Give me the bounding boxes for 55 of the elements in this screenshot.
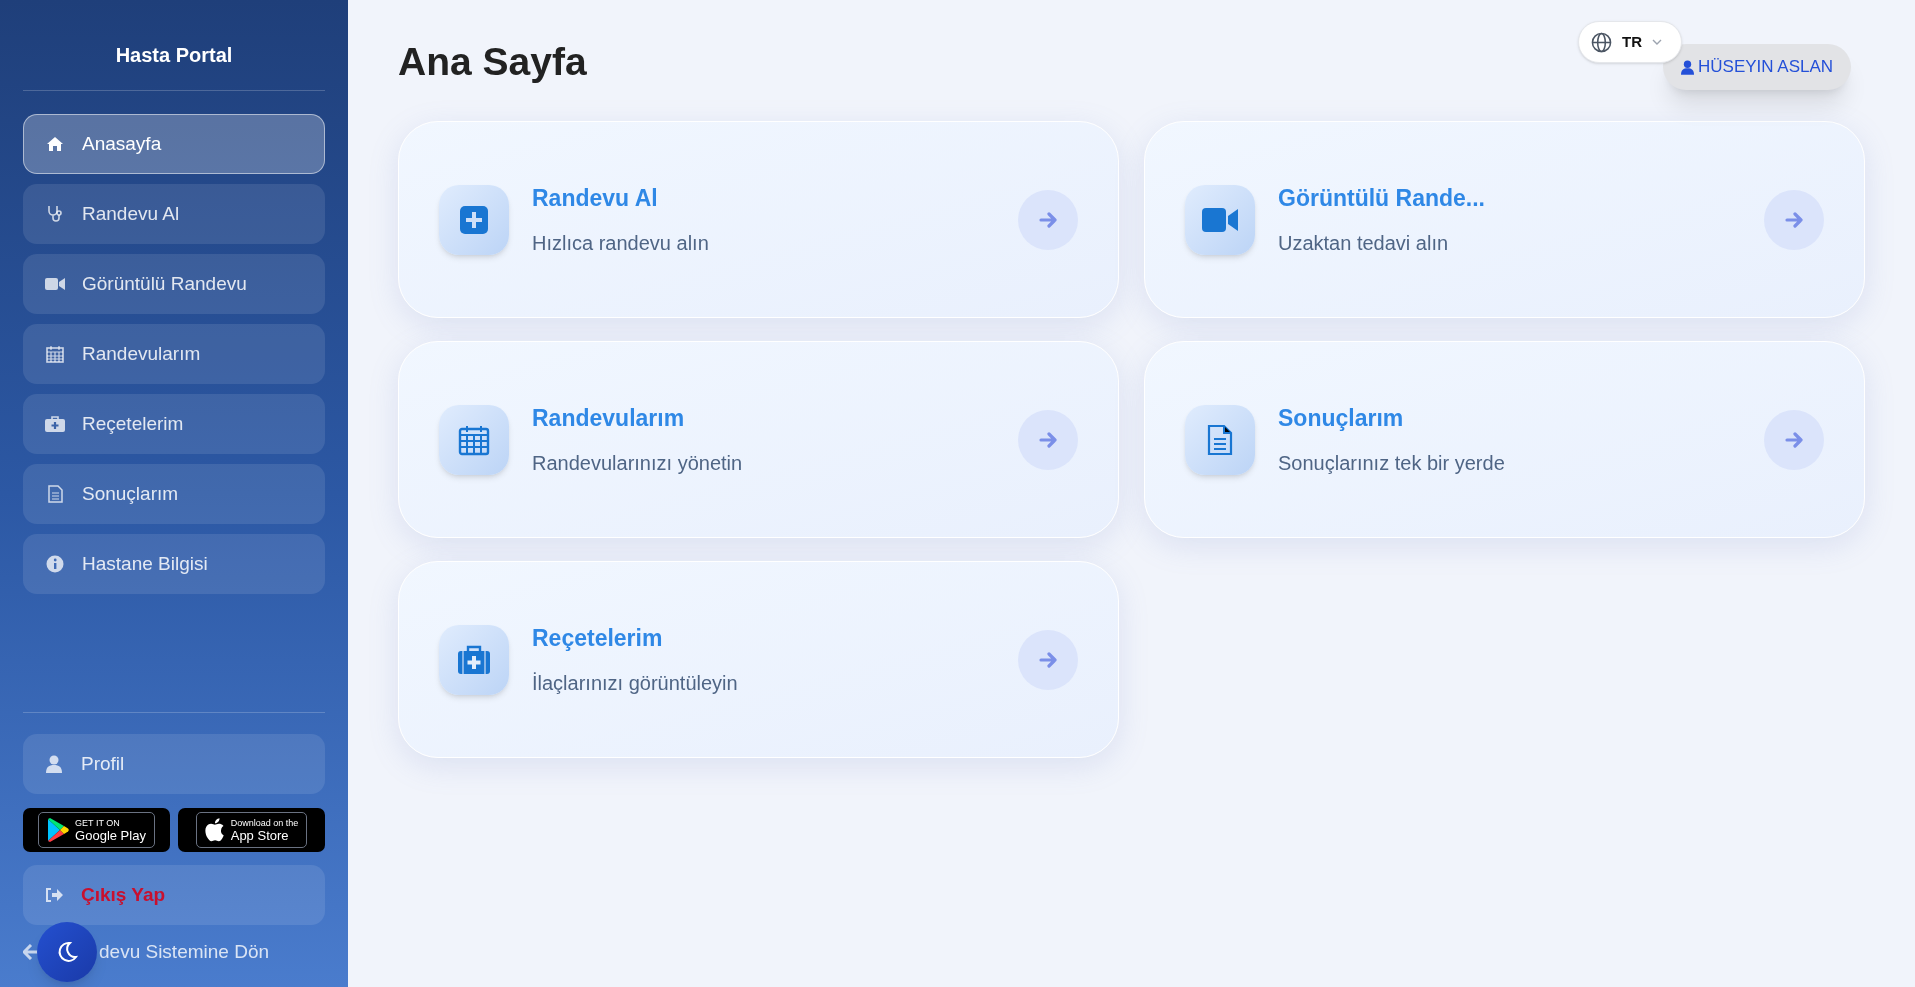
nav-item[interactable]: Randevularım: [23, 324, 325, 384]
card-title: Randevularım: [532, 404, 686, 434]
video-camera-icon: [45, 277, 65, 291]
globe-icon: [1591, 31, 1612, 53]
back-link[interactable]: devu Sistemine Dön: [99, 937, 270, 967]
chevron-down-icon: [1652, 39, 1662, 45]
dashboard-card[interactable]: Randevularım Randevularınızı yönetin: [398, 341, 1119, 538]
nav-item[interactable]: Profil: [23, 734, 325, 794]
apple-logo-icon: [204, 818, 225, 842]
nav-item[interactable]: Randevu Al: [23, 184, 325, 244]
card-subtitle: Uzaktan tedavi alın: [1278, 230, 1450, 256]
store-badge[interactable]: GET IT ON Google Play: [23, 808, 170, 852]
right-arrow-icon: [1785, 431, 1803, 448]
plus-square-icon: [459, 204, 489, 235]
dashboard-card[interactable]: Reçetelerim İlaçlarınızı görüntüleyin: [398, 561, 1119, 758]
card-subtitle: İlaçlarınızı görüntüleyin: [532, 670, 739, 696]
right-arrow-icon: [1785, 211, 1803, 228]
document-icon: [1207, 423, 1233, 456]
sign-out-icon: [45, 887, 63, 903]
nav-item[interactable]: Sonuçlarım: [23, 464, 325, 524]
card-title: Görüntülü Rande...: [1278, 184, 1486, 214]
person-icon: [46, 755, 62, 773]
store-badge[interactable]: Download on the App Store: [178, 808, 325, 852]
dark-mode-button[interactable]: [37, 922, 97, 982]
dashboard-card[interactable]: Sonuçlarım Sonuçlarınız tek bir yerde: [1144, 341, 1865, 538]
stethoscope-icon: [47, 205, 63, 223]
nav-item[interactable]: Reçetelerim: [23, 394, 325, 454]
right-arrow-icon: [1039, 651, 1057, 668]
document-icon: [47, 485, 63, 503]
card-subtitle: Hızlıca randevu alın: [532, 230, 710, 256]
play-triangle-icon: [47, 818, 70, 842]
video-camera-icon: [1202, 206, 1238, 233]
nav-item[interactable]: Görüntülü Randevu: [23, 254, 325, 314]
medical-kit-icon: [457, 644, 491, 675]
medical-kit-icon: [45, 416, 65, 432]
card-title: Sonuçlarım: [1278, 404, 1405, 434]
card-title: Reçetelerim: [532, 624, 664, 654]
person-icon: [1681, 59, 1694, 75]
nav-item[interactable]: Hastane Bilgisi: [23, 534, 325, 594]
user-menu-button[interactable]: HÜSEYIN ASLAN: [1663, 44, 1852, 90]
dashboard-card[interactable]: Randevu Al Hızlıca randevu alın: [398, 121, 1119, 318]
language-selector[interactable]: TR: [1578, 21, 1682, 63]
page-title: Ana Sayfa: [398, 39, 587, 85]
info-icon: [46, 555, 64, 573]
home-icon: [46, 136, 64, 152]
card-subtitle: Randevularınızı yönetin: [532, 450, 744, 476]
right-arrow-icon: [1039, 431, 1057, 448]
nav-item[interactable]: Anasayfa: [23, 114, 325, 174]
calendar-icon: [458, 423, 490, 456]
sidebar-title: Hasta Portal: [23, 0, 325, 91]
right-arrow-icon: [1039, 211, 1057, 228]
card-subtitle: Sonuçlarınız tek bir yerde: [1278, 450, 1506, 476]
card-title: Randevu Al: [532, 184, 659, 214]
calendar-icon: [46, 345, 64, 363]
dashboard-card[interactable]: Görüntülü Rande... Uzaktan tedavi alın: [1144, 121, 1865, 318]
